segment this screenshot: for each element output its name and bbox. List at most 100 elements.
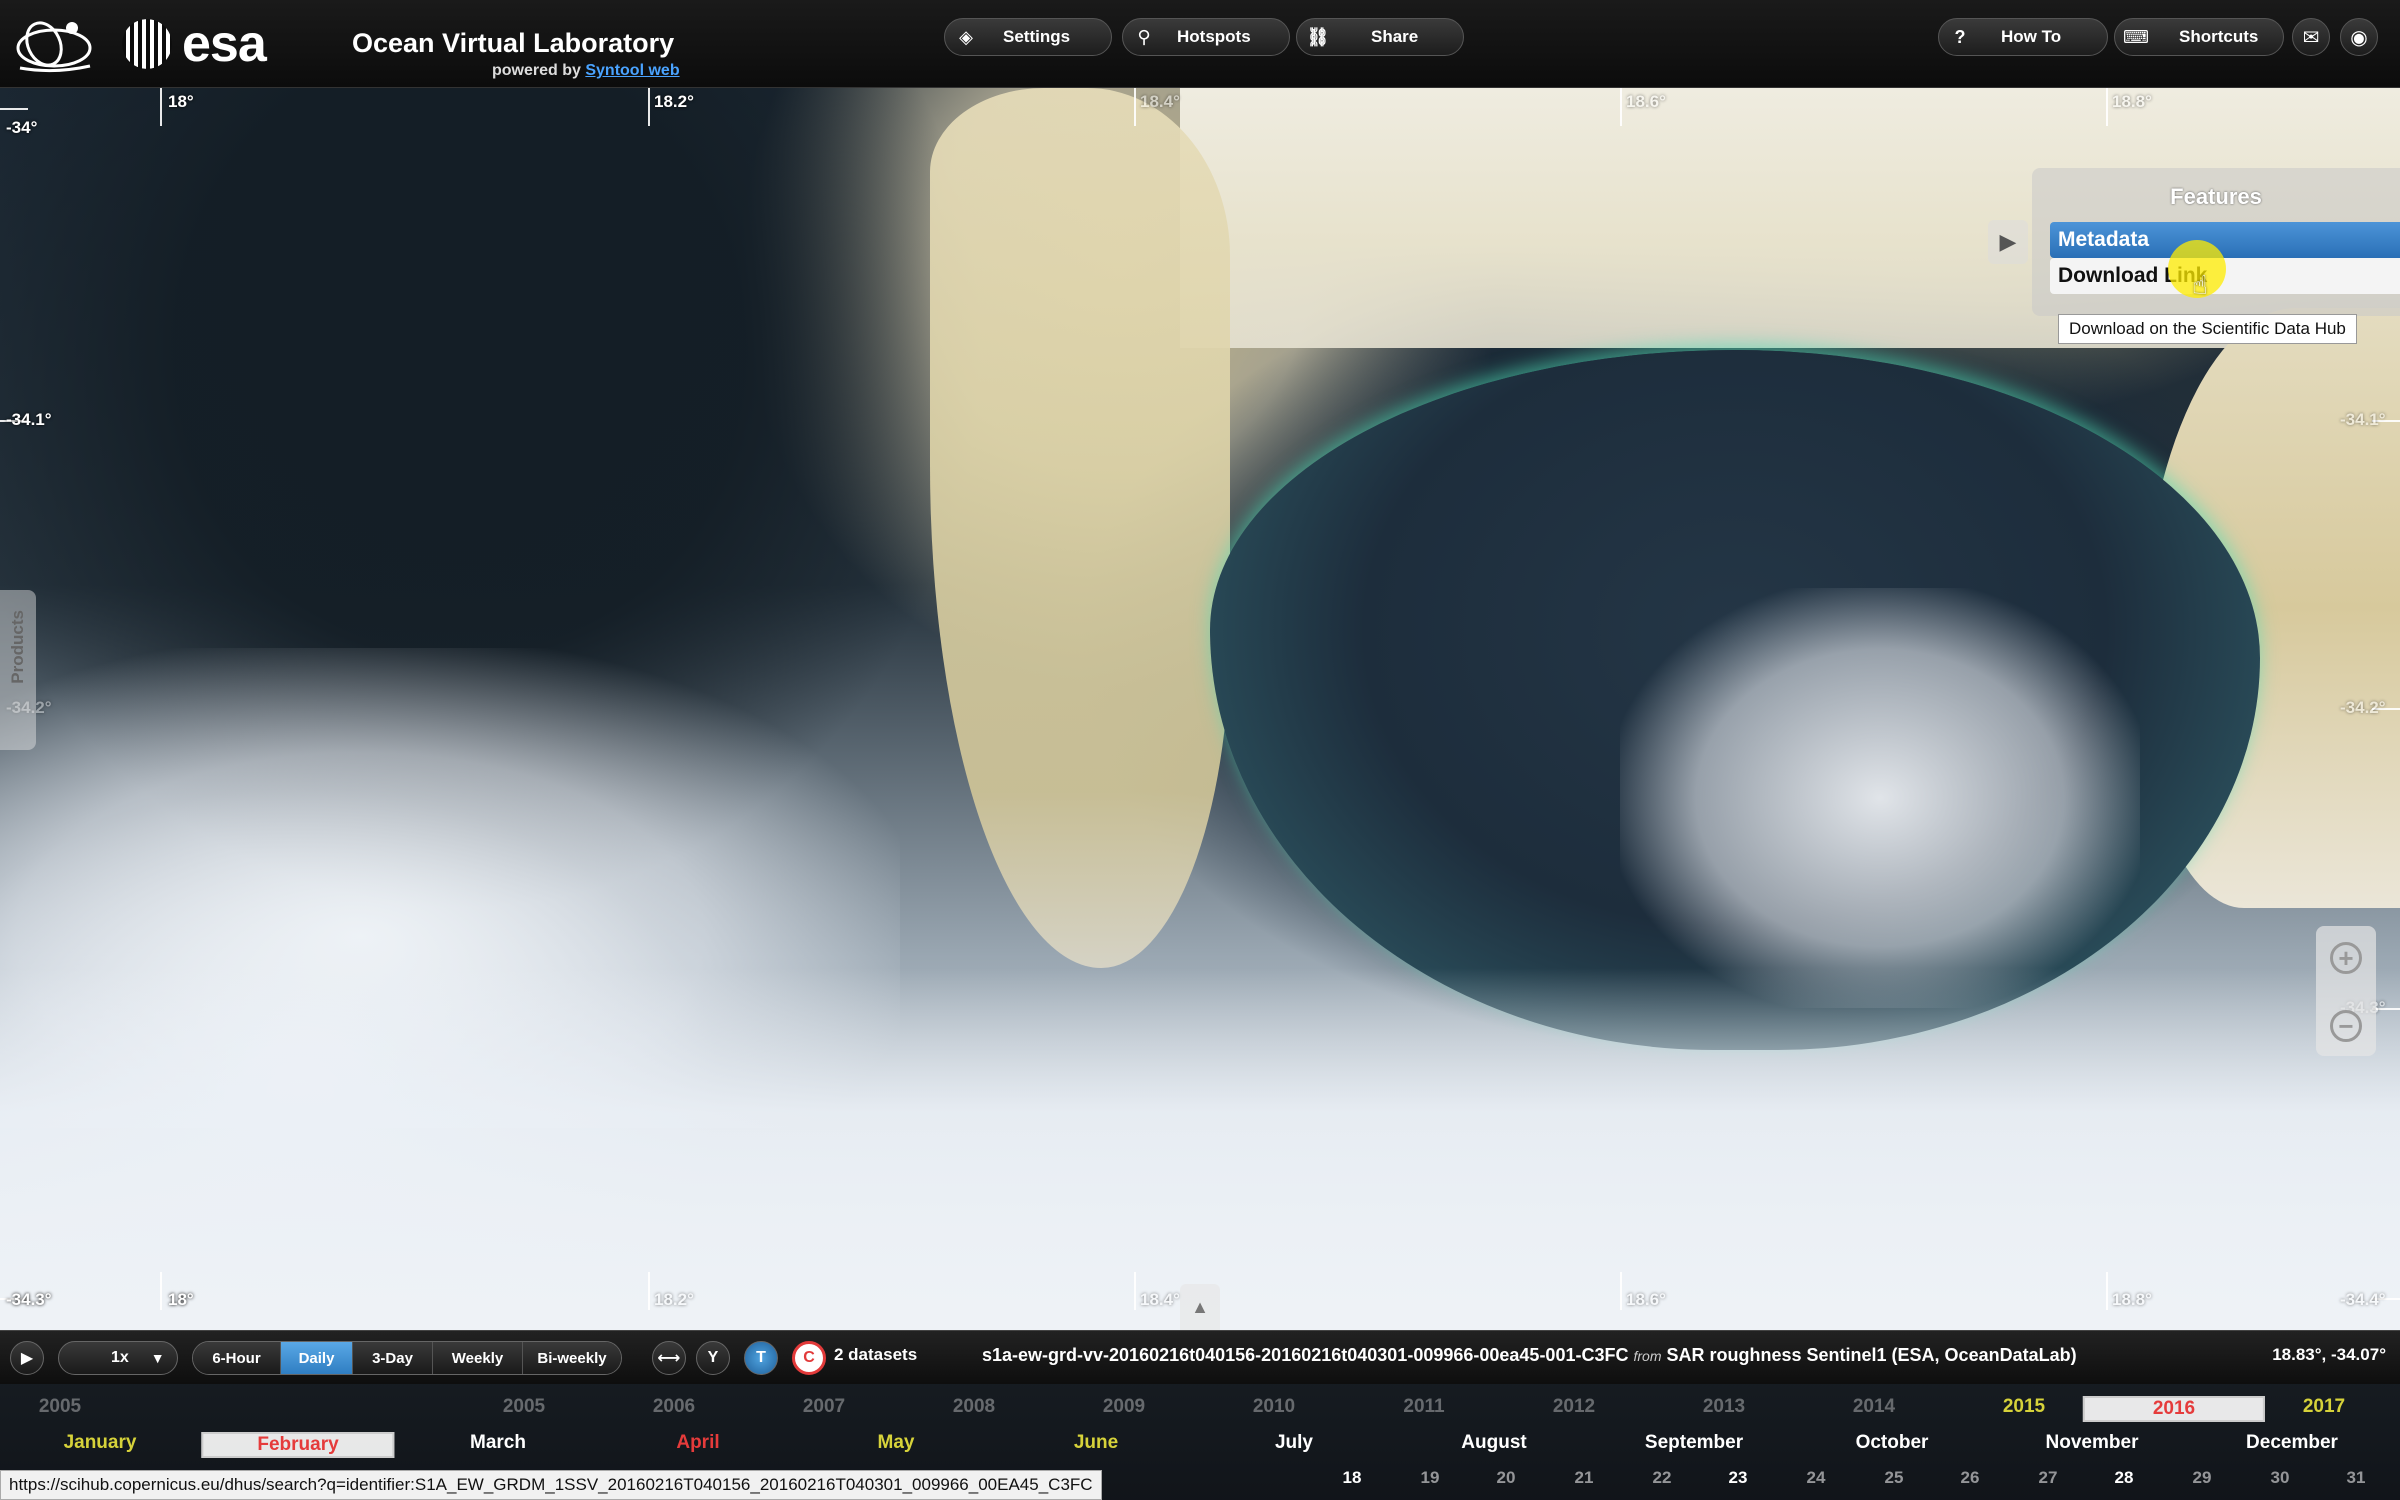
grid-tick: [1620, 1272, 1622, 1310]
lat-label: -34.1°: [6, 410, 52, 429]
merge-button[interactable]: Y: [696, 1341, 730, 1375]
grid-tick: [1134, 1272, 1136, 1310]
link-icon: ⛓: [1306, 26, 1330, 47]
timeline-month[interactable]: March: [470, 1432, 526, 1454]
app-title: Ocean Virtual Laboratory: [352, 28, 675, 58]
esa-wordmark: esa: [182, 15, 267, 73]
shortcuts-label: Shortcuts: [2179, 27, 2259, 46]
interval-daily[interactable]: Daily: [281, 1342, 353, 1374]
timeline-year[interactable]: 2010: [1253, 1396, 1295, 1418]
speed-select[interactable]: 1x ▼: [58, 1341, 178, 1375]
interval-3day[interactable]: 3-Day: [353, 1342, 433, 1374]
timeline-month[interactable]: August: [1461, 1432, 1526, 1454]
hotspots-button[interactable]: ⚲ Hotspots: [1122, 18, 1290, 56]
zoom-in-icon[interactable]: +: [2330, 942, 2362, 974]
mail-icon: ✉: [2302, 26, 2320, 49]
globe-button[interactable]: ◉: [2340, 18, 2378, 56]
product-info: s1a-ew-grd-vv-20160216t040156-20160216t0…: [982, 1345, 2077, 1366]
timeline-day[interactable]: 28: [2115, 1468, 2134, 1488]
timeline-year[interactable]: 2009: [1103, 1396, 1145, 1418]
grid-tick: [0, 108, 28, 110]
timeline-day[interactable]: 31: [2347, 1468, 2366, 1488]
timeline-year[interactable]: 2006: [653, 1396, 695, 1418]
timeline-year[interactable]: 2017: [2303, 1396, 2345, 1418]
timeline-day[interactable]: 22: [1653, 1468, 1672, 1488]
timeline-day[interactable]: 19: [1421, 1468, 1440, 1488]
play-button[interactable]: ▶: [10, 1341, 44, 1375]
timeline-month[interactable]: October: [1856, 1432, 1929, 1454]
interval-weekly[interactable]: Weekly: [433, 1342, 523, 1374]
lat-label: -34.4°: [2340, 1290, 2386, 1309]
zoom-out-icon[interactable]: −: [2330, 1010, 2362, 1042]
timeline-year[interactable]: 2014: [1853, 1396, 1895, 1418]
timeline-day[interactable]: 23: [1729, 1468, 1748, 1488]
shortcuts-button[interactable]: ⌨ Shortcuts: [2114, 18, 2284, 56]
settings-label: Settings: [1003, 27, 1071, 46]
timeline-month-selected[interactable]: February: [201, 1432, 395, 1458]
filter-button[interactable]: T: [744, 1341, 778, 1375]
lon-label: 18.8°: [2112, 1290, 2152, 1309]
powered-by: powered by Syntool web: [492, 62, 680, 80]
timeline-day[interactable]: 24: [1807, 1468, 1826, 1488]
timeline-month[interactable]: January: [64, 1432, 137, 1454]
timeline-month[interactable]: July: [1275, 1432, 1313, 1454]
products-panel-tab[interactable]: Products: [0, 590, 36, 750]
interval-selector: 6-Hour Daily 3-Day Weekly Bi-weekly: [192, 1341, 622, 1375]
timeline-year[interactable]: 2005: [39, 1396, 81, 1418]
lon-label: 18.4°: [1140, 92, 1180, 111]
timeline-day[interactable]: 20: [1497, 1468, 1516, 1488]
question-icon: ?: [1954, 26, 1966, 47]
grid-tick: [1620, 88, 1622, 126]
timeline-month[interactable]: November: [2046, 1432, 2139, 1454]
range-button[interactable]: ⟷: [652, 1341, 686, 1375]
timeline-year[interactable]: 2008: [953, 1396, 995, 1418]
cloud-patch: [0, 968, 2400, 1330]
clear-button[interactable]: C: [792, 1341, 826, 1375]
timeline-day[interactable]: 26: [1961, 1468, 1980, 1488]
clear-c-icon: C: [803, 1349, 815, 1366]
from-word: from: [1633, 1348, 1662, 1364]
download-tooltip: Download on the Scientific Data Hub: [2058, 314, 2357, 344]
products-tab-label: Products: [8, 610, 27, 684]
interval-6hour[interactable]: 6-Hour: [193, 1342, 281, 1374]
mail-button[interactable]: ✉: [2292, 18, 2330, 56]
timeline-year-selected[interactable]: 2016: [2082, 1396, 2266, 1422]
lon-label: 18°: [168, 92, 194, 111]
how-to-button[interactable]: ? How To: [1938, 18, 2108, 56]
settings-button[interactable]: ◈ Settings: [944, 18, 1112, 56]
timeline-year[interactable]: 2011: [1403, 1396, 1444, 1418]
timeline-day[interactable]: 29: [2193, 1468, 2212, 1488]
timeline-month[interactable]: May: [878, 1432, 915, 1454]
timeline-year[interactable]: 2012: [1553, 1396, 1595, 1418]
keyboard-icon: ⌨: [2123, 26, 2149, 47]
lon-label: 18.8°: [2112, 92, 2152, 111]
timeline-month[interactable]: April: [676, 1432, 719, 1454]
lon-label: 18.2°: [654, 1290, 694, 1309]
expand-timeline-button[interactable]: ▲: [1180, 1284, 1220, 1330]
esa-logo: esa: [118, 12, 267, 76]
metadata-button[interactable]: Metadata: [2050, 222, 2400, 258]
timeline-day[interactable]: 30: [2271, 1468, 2290, 1488]
map-pin-icon: ⚲: [1137, 26, 1151, 47]
features-panel: Features Metadata Download Link: [2032, 168, 2400, 316]
timeline-day[interactable]: 21: [1575, 1468, 1594, 1488]
timeline-month[interactable]: December: [2246, 1432, 2338, 1454]
lon-label: 18.6°: [1626, 1290, 1666, 1309]
timeline-month[interactable]: June: [1074, 1432, 1118, 1454]
timeline-day[interactable]: 25: [1885, 1468, 1904, 1488]
timeline-day[interactable]: 18: [1343, 1468, 1362, 1488]
lon-label: 18.6°: [1626, 92, 1666, 111]
syntool-link[interactable]: Syntool web: [585, 62, 679, 79]
timeline-year[interactable]: 2007: [803, 1396, 845, 1418]
share-button[interactable]: ⛓ Share: [1296, 18, 1464, 56]
lon-label: 18.4°: [1140, 1290, 1180, 1309]
timeline-year[interactable]: 2015: [2003, 1396, 2045, 1418]
layers-icon: ◈: [959, 26, 973, 47]
timeline-year[interactable]: 2005: [503, 1396, 545, 1418]
timeline-year[interactable]: 2013: [1703, 1396, 1745, 1418]
timeline-day[interactable]: 27: [2039, 1468, 2058, 1488]
collapse-features-button[interactable]: ▶: [1988, 220, 2028, 264]
interval-biweekly[interactable]: Bi-weekly: [523, 1342, 621, 1374]
timeline-month[interactable]: September: [1645, 1432, 1743, 1454]
ovl-logo: [14, 10, 96, 78]
